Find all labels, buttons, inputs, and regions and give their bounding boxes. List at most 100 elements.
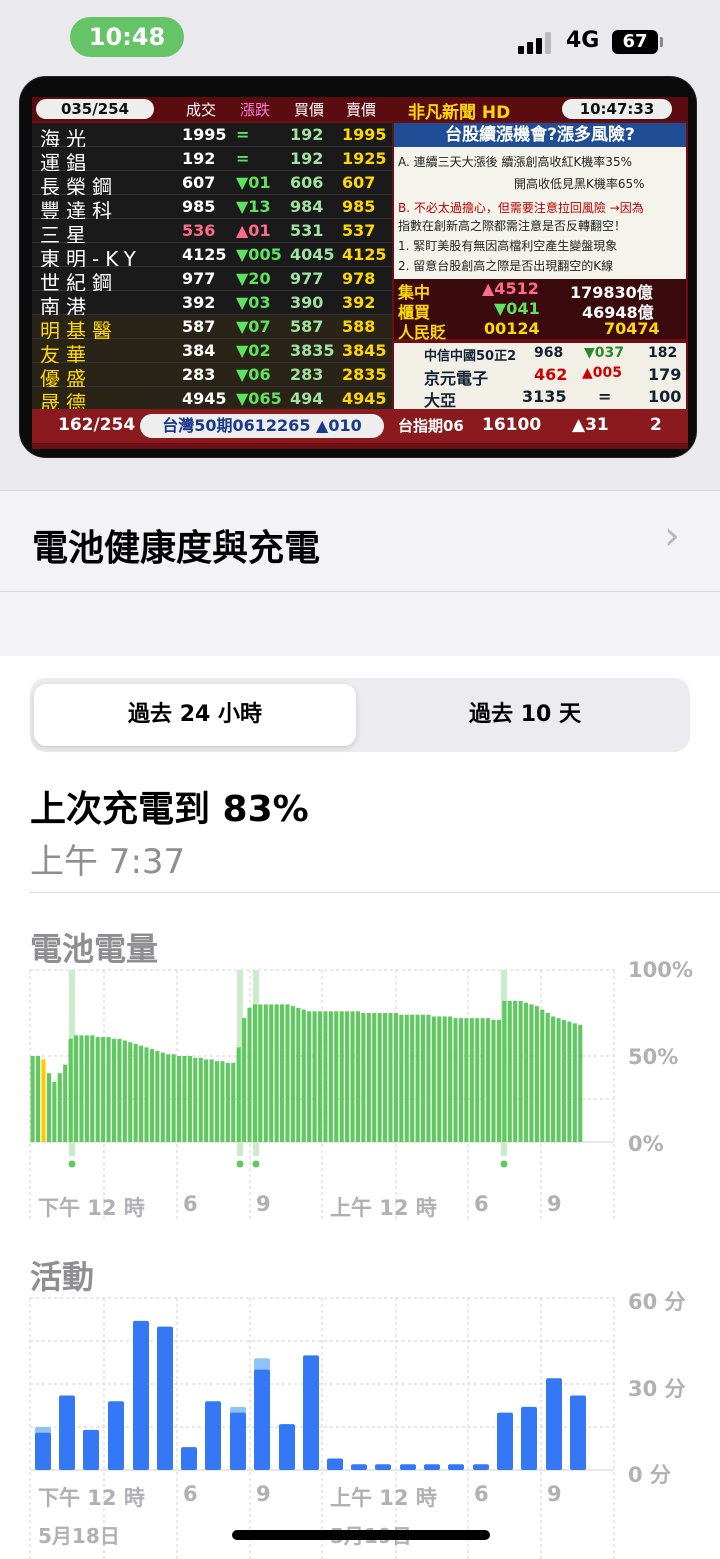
battery-x-tick: 下午 12 時 [38,1196,145,1220]
battery-bar [572,1023,577,1142]
battery-bar [496,1019,501,1142]
tv-stock-ask: 537 [342,221,376,240]
battery-bar [502,1000,507,1142]
tv-stock-price: 392 [182,293,216,312]
pip-video[interactable]: 035/254 成交 漲跌 買價 賣價 非凡新聞 HD 10:47:33 海光 1… [20,77,696,457]
battery-bar [426,1014,431,1142]
battery-bar [518,1000,523,1142]
battery-bar [41,1059,46,1142]
activity-bar [181,1447,197,1470]
battery-bar [458,1018,464,1142]
battery-bar [106,1037,111,1142]
tv-footer-count: 162/254 [58,415,136,435]
tv-stock-price: 977 [182,269,216,288]
tab-last-10-days[interactable]: 過去 10 天 [364,684,686,746]
battery-bar [372,1013,377,1142]
battery-bar [328,1011,333,1142]
tv-stock-ask: 607 [342,173,376,192]
tv-stock-b: ▼037 [584,345,624,361]
battery-bar [545,1013,550,1142]
battery-bar [420,1014,426,1142]
tv-stock-price: 587 [182,317,216,336]
activity-y-tick: 0 分 [628,1463,671,1487]
battery-bar [383,1013,388,1142]
activity-bar [108,1401,124,1470]
battery-bar [534,1006,539,1142]
activity-bar [424,1464,440,1470]
tv-stock-chg: ▼02 [236,341,271,360]
divider [30,892,720,893]
battery-bar [269,1004,274,1142]
tv-stock-c: 182 [648,345,678,361]
activity-bar [279,1424,295,1470]
battery-health-row[interactable]: 電池健康度與充電 › [0,490,720,592]
tv-stock-chg: ▼13 [236,197,271,216]
activity-bar [546,1378,562,1470]
battery-bar [149,1049,154,1142]
tv-stock-bid: 977 [290,269,324,288]
battery-bar [133,1043,138,1142]
tv-stock-ask: 4945 [342,389,387,408]
chevron-right-icon: › [664,513,680,559]
activity-bar [448,1464,464,1470]
tv-stock-row: 世紀鋼 977 ▼20 977 978 [32,267,392,295]
battery-bar [198,1057,203,1142]
battery-bar [453,1018,458,1142]
battery-bar [567,1021,572,1142]
activity-bar [83,1429,99,1470]
tv-logo: 非凡新聞 HD [408,103,511,123]
battery-bar [258,1004,263,1142]
tv-news-title: 台股續漲機會?漲多風險? [394,123,686,147]
tv-footer: 162/254 台灣50期0612265 ▲010 台指期06 16100 ▲3… [32,409,688,443]
tv-stock-bid: 587 [290,317,324,336]
activity-bar [157,1326,173,1470]
activity-bar [570,1395,586,1470]
battery-bar [193,1057,198,1142]
tv-stock-ask: 392 [342,293,376,312]
tv-stock-c: 179 [648,365,682,384]
battery-bar [204,1059,209,1142]
activity-bar [254,1369,270,1470]
tv-footer-index-chg: ▲31 [572,415,609,435]
battery-bar [155,1050,160,1142]
battery-bar [209,1059,214,1142]
tv-col-header: 賣價 [346,101,377,119]
activity-bar [35,1432,51,1470]
battery-bar [128,1042,133,1142]
tv-stock-price: 536 [182,221,216,240]
tv-footer-ticker: 台灣50期0612265 ▲010 [140,414,384,438]
tv-stock-chg: ▼01 [236,173,271,192]
tv-stock-row: 豐達科 985 ▼13 984 985 [32,195,392,223]
tv-stock-chg: ▼005 [236,245,282,264]
battery-bar [187,1056,192,1142]
tv-stock-chg: ▼03 [236,293,271,312]
network-label: 4G [566,28,600,53]
battery-bar [551,1016,556,1142]
battery-bar [388,1013,393,1142]
tv-stock-bid: 192 [290,149,324,168]
battery-bar [361,1013,366,1142]
battery-bar [540,1009,545,1142]
tab-last-24-hours[interactable]: 過去 24 小時 [34,684,356,746]
tv-market-chg: ▼041 [494,299,540,318]
last-charge-title: 上次充電到 83% [30,789,309,830]
activity-bar [230,1412,246,1470]
activity-date: 5月18日 [38,1524,120,1548]
battery-bar [46,1073,51,1142]
tv-stock-row: 優盛 283 ▼06 283 2835 [32,363,392,391]
battery-bar [63,1064,68,1142]
battery-bar [166,1054,171,1142]
battery-bar [366,1013,371,1142]
battery-bar [399,1014,404,1142]
home-indicator[interactable] [232,1530,490,1540]
tv-header: 035/254 成交 漲跌 買價 賣價 非凡新聞 HD 10:47:33 [32,97,688,123]
battery-bar [529,1004,534,1142]
tv-stock-price: 4125 [182,245,227,264]
status-time[interactable]: 10:48 [70,17,184,57]
tv-stock-a: 968 [534,345,564,361]
tv-col-header: 漲跌 [240,101,271,119]
battery-bar [480,1018,485,1142]
tv-stock-bid: 192 [290,125,324,144]
tv-stock-price: 1995 [182,125,227,144]
battery-bar [160,1052,165,1142]
